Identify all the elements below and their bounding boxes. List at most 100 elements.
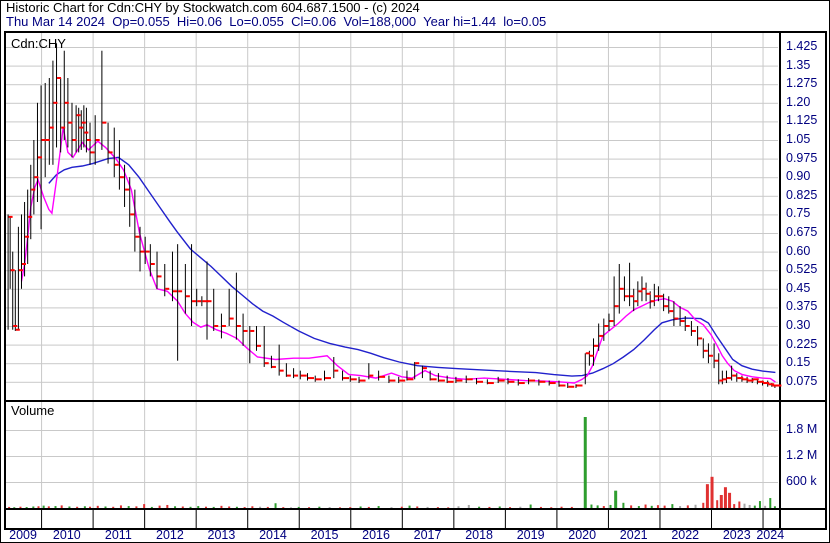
close-tick bbox=[775, 385, 781, 387]
ohlc-bar bbox=[243, 314, 244, 346]
volume-bar bbox=[769, 498, 771, 508]
volume-bar bbox=[744, 504, 746, 508]
close-ticks bbox=[9, 77, 782, 388]
year-label: 2020 bbox=[560, 529, 604, 542]
ohlc-bar bbox=[271, 356, 272, 368]
ohlc-bar bbox=[45, 83, 46, 177]
ohlc-bar bbox=[455, 377, 456, 383]
close-tick bbox=[674, 318, 678, 320]
price-gridline bbox=[5, 270, 778, 271]
volume-bar bbox=[724, 487, 727, 508]
ohlc-bar bbox=[293, 368, 294, 378]
ohlc-bar bbox=[608, 314, 609, 331]
volume-bar bbox=[228, 506, 230, 508]
close-tick bbox=[758, 381, 764, 383]
ohlc-bar bbox=[49, 78, 50, 165]
close-tick bbox=[763, 382, 769, 384]
volume-bar bbox=[213, 507, 215, 508]
ohlc-bar bbox=[229, 289, 230, 326]
volume-bar bbox=[519, 507, 521, 508]
close-tick bbox=[559, 385, 565, 387]
close-tick bbox=[586, 352, 590, 354]
volume-bar bbox=[318, 507, 320, 508]
ohlc-bar bbox=[333, 357, 334, 378]
ohlc-bar bbox=[342, 371, 343, 381]
ohlc-bar bbox=[67, 78, 68, 147]
close-tick bbox=[407, 378, 413, 380]
ohlc-bar bbox=[164, 264, 165, 296]
close-tick bbox=[16, 329, 20, 331]
price-gridline bbox=[5, 289, 778, 290]
ohlc-bar bbox=[157, 252, 158, 289]
year-label: 2013 bbox=[199, 529, 243, 542]
image-border-left bbox=[0, 0, 1, 543]
volume-bar bbox=[622, 503, 624, 508]
close-tick bbox=[109, 151, 113, 153]
ohlc-bar bbox=[567, 383, 568, 388]
ohlc-bar bbox=[438, 373, 439, 382]
price-axis-label: 0.75 bbox=[786, 207, 810, 220]
close-tick bbox=[698, 337, 702, 339]
year-tick bbox=[402, 510, 403, 528]
close-tick bbox=[753, 378, 759, 380]
volume-bar bbox=[190, 507, 192, 508]
ohlc-bar bbox=[598, 324, 599, 351]
volume-bar bbox=[349, 507, 351, 508]
price-gridline bbox=[5, 196, 778, 197]
close-tick bbox=[737, 377, 743, 379]
close-tick bbox=[265, 362, 269, 364]
volume-bar bbox=[112, 507, 114, 508]
ohlc-bar bbox=[722, 371, 723, 385]
close-tick bbox=[34, 176, 38, 178]
ohlc-bar bbox=[264, 326, 265, 367]
close-tick bbox=[399, 380, 405, 382]
close-tick bbox=[316, 378, 322, 380]
volume-bar bbox=[251, 506, 253, 508]
ohlc-bar bbox=[21, 214, 22, 288]
close-tick bbox=[130, 213, 134, 215]
ohlc-bar bbox=[633, 289, 634, 311]
year-gridline bbox=[196, 33, 197, 508]
volume-bar bbox=[13, 507, 15, 508]
close-tick bbox=[655, 295, 659, 297]
ohlc-bar bbox=[641, 276, 642, 301]
ohlc-bar bbox=[129, 177, 130, 227]
year-label: 2018 bbox=[457, 529, 501, 542]
ohlc-bar bbox=[518, 379, 519, 385]
price-axis-label: 1.05 bbox=[786, 133, 810, 146]
ohlc-bar bbox=[414, 362, 415, 379]
close-tick bbox=[250, 330, 254, 332]
volume-bar bbox=[267, 507, 269, 508]
ohlc-bar bbox=[731, 366, 732, 381]
chart-plot-area bbox=[0, 0, 830, 543]
year-gridline bbox=[608, 33, 609, 508]
volume-bar bbox=[143, 504, 145, 508]
ohlc-bar bbox=[538, 379, 539, 385]
year-gridline bbox=[711, 33, 712, 508]
volume-bar bbox=[220, 506, 222, 508]
close-tick bbox=[65, 102, 69, 104]
volume-bar bbox=[488, 507, 490, 508]
volume-bar bbox=[329, 507, 331, 508]
year-gridline bbox=[299, 33, 300, 508]
close-tick bbox=[120, 176, 124, 178]
price-gridline bbox=[5, 326, 778, 327]
ohlc-bar bbox=[15, 270, 16, 331]
ohlc-bar bbox=[307, 373, 308, 380]
close-tick bbox=[257, 345, 261, 347]
volume-bar bbox=[89, 507, 91, 508]
ohlc-bar bbox=[708, 343, 709, 363]
year-gridline bbox=[402, 33, 403, 508]
volume-gridline bbox=[5, 456, 778, 457]
year-gridline bbox=[144, 33, 145, 508]
close-tick bbox=[280, 370, 284, 372]
plot-labels-divider bbox=[779, 31, 781, 528]
close-tick bbox=[165, 288, 169, 290]
ohlc-bar bbox=[575, 384, 576, 388]
year-label: 2012 bbox=[148, 529, 192, 542]
close-tick bbox=[625, 295, 629, 297]
close-tick bbox=[115, 164, 119, 166]
close-tick bbox=[343, 377, 349, 379]
ohlc-bar bbox=[150, 244, 151, 276]
volume-bar bbox=[695, 505, 697, 508]
